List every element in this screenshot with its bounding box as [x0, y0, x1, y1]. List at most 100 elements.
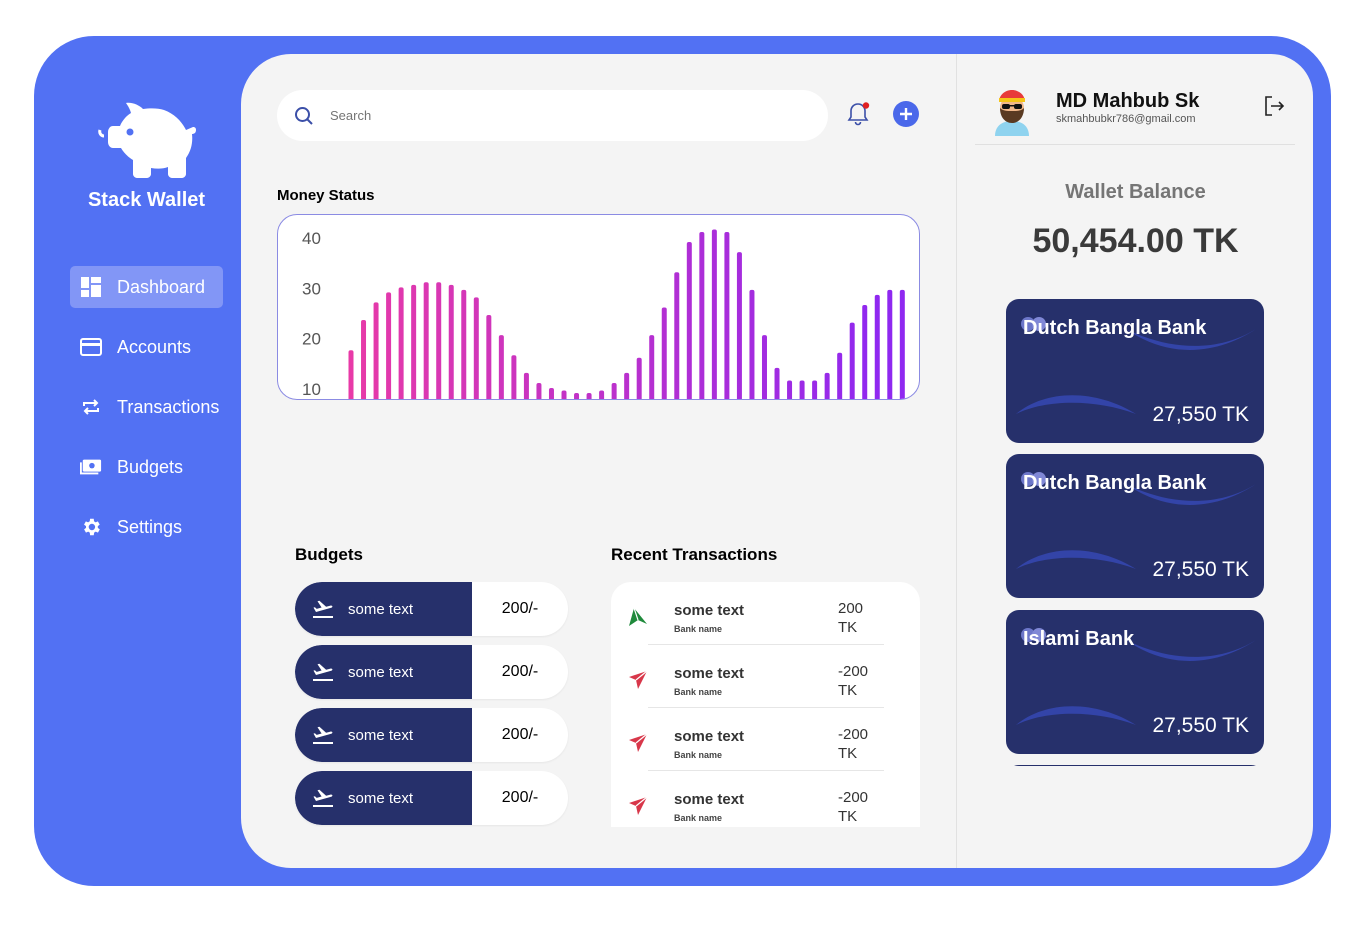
user-name: MD Mahbub Sk [1056, 90, 1200, 112]
bar-chart: 10 20 30 40 [302, 229, 905, 399]
transaction-amount: -200 TK [838, 789, 869, 825]
budget-label-pill: some text [295, 582, 472, 636]
sidebar-item-dashboard[interactable]: Dashboard [70, 266, 223, 308]
budget-label: some text [348, 726, 414, 744]
chart-bar [536, 382, 542, 399]
chart-bar [423, 282, 429, 399]
transaction-row[interactable]: some text Bank name -200 TK [611, 771, 920, 827]
transaction-name: some text [674, 728, 745, 745]
sidebar-item-settings[interactable]: Settings [70, 506, 223, 548]
transaction-amount: 200 TK [838, 600, 864, 636]
chart-bar [624, 372, 630, 399]
sidebar-item-transactions[interactable]: Transactions [70, 386, 223, 428]
chart-bar [599, 390, 605, 399]
main-panel: Money Status 10 20 30 40 Budgets some text … [241, 54, 957, 868]
budget-item[interactable]: some text 200/- [295, 582, 568, 636]
send-out-icon [629, 733, 648, 752]
chart-bar [837, 352, 843, 399]
piggy-bank-logo-icon [98, 102, 196, 178]
chart-bar [887, 289, 893, 399]
budgets-title: Budgets [295, 545, 363, 564]
chart-bar [574, 393, 580, 399]
chart-bar [373, 302, 379, 399]
y-tick-label: 40 [302, 229, 321, 248]
chart-bar [436, 282, 442, 399]
bank-card-partial[interactable] [1006, 765, 1264, 766]
airplane-takeoff-icon [313, 600, 333, 618]
bank-card[interactable]: Dutch Bangla Bank 27,550 TK [1006, 454, 1264, 598]
transaction-row[interactable]: some text Bank name -200 TK [611, 708, 920, 771]
divider [975, 144, 1295, 145]
transaction-name: some text [674, 791, 745, 808]
transaction-bank: Bank name [674, 750, 723, 760]
money-icon [80, 456, 102, 478]
chart-bar [661, 307, 667, 399]
budget-amount: 200/- [501, 600, 539, 617]
card-icon [80, 336, 102, 358]
budget-item[interactable]: some text 200/- [295, 771, 568, 825]
chart-bar [787, 380, 793, 399]
chart-bar [411, 284, 417, 399]
money-status-chart: 10 20 30 40 [277, 214, 920, 400]
chart-bar [899, 289, 905, 399]
chart-bar [361, 320, 367, 399]
transaction-bank: Bank name [674, 813, 723, 823]
transaction-row[interactable]: some text Bank name 200 TK [611, 582, 920, 645]
airplane-takeoff-icon [313, 663, 333, 681]
budget-label-pill: some text [295, 708, 472, 762]
budget-amount: 200/- [501, 726, 539, 743]
send-out-icon [629, 670, 648, 689]
user-email: skmahbubkr786@gmail.com [1056, 113, 1196, 125]
chart-bar [824, 372, 830, 399]
search-bar[interactable] [277, 90, 828, 141]
chart-bar [799, 380, 805, 399]
chart-bar [548, 388, 554, 399]
transaction-row[interactable]: some text Bank name -200 TK [611, 645, 920, 708]
chart-bar [586, 393, 592, 399]
bank-card[interactable]: Islami Bank 27,550 TK [1006, 610, 1264, 754]
chart-bar [498, 335, 504, 399]
budget-label-pill: some text [295, 645, 472, 699]
chart-bar [874, 294, 880, 399]
chart-bar [849, 322, 855, 399]
budget-label: some text [348, 663, 414, 681]
chart-bar [699, 231, 705, 399]
budget-amount: 200/- [501, 663, 539, 680]
bank-balance: 27,550 TK [1152, 714, 1249, 737]
wallet-panel: MD Mahbub Sk skmahbubkr786@gmail.com Wal… [956, 54, 1313, 868]
transaction-name: some text [674, 665, 745, 682]
chart-bar [711, 229, 717, 399]
y-tick-label: 10 [302, 380, 321, 399]
chart-bar [761, 335, 767, 399]
notification-bell-icon[interactable] [845, 101, 871, 127]
sidebar-item-accounts[interactable]: Accounts [70, 326, 223, 368]
chart-bar [749, 289, 755, 399]
chart-bar [812, 380, 818, 399]
avatar[interactable] [987, 86, 1037, 136]
sidebar-item-label: Settings [117, 516, 183, 537]
chart-bar [611, 382, 617, 399]
budget-amount: 200/- [501, 789, 539, 806]
budget-label-pill: some text [295, 771, 472, 825]
chart-bar [636, 357, 642, 399]
send-out-icon [629, 796, 648, 815]
repeat-icon [80, 396, 102, 418]
bank-card[interactable]: Dutch Bangla Bank 27,550 TK [1006, 299, 1264, 443]
budget-label: some text [348, 600, 414, 618]
budget-item[interactable]: some text 200/- [295, 645, 568, 699]
chart-bar [473, 297, 479, 399]
bank-name: Islami Bank [1023, 628, 1135, 650]
sidebar: Stack Wallet Dashboard Accounts Transact… [34, 36, 241, 886]
search-input[interactable] [330, 108, 770, 123]
chart-bar [461, 289, 467, 399]
transaction-bank: Bank name [674, 624, 723, 634]
send-in-icon [629, 607, 647, 626]
brand-name: Stack Wallet [87, 189, 206, 211]
sidebar-item-budgets[interactable]: Budgets [70, 446, 223, 488]
chart-bar [386, 292, 392, 399]
add-icon[interactable] [892, 100, 920, 128]
gear-icon [80, 516, 102, 538]
chart-bar [774, 367, 780, 399]
logout-icon[interactable] [1262, 94, 1286, 118]
budget-item[interactable]: some text 200/- [295, 708, 568, 762]
